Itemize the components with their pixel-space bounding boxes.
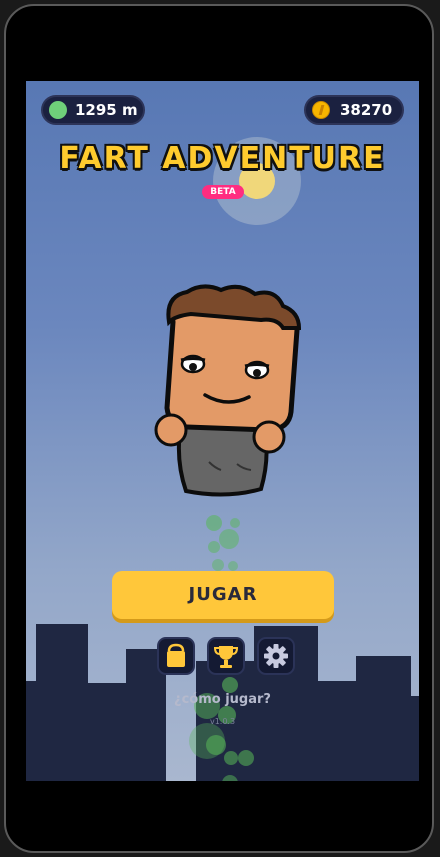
game-screen: 1295 m 38270 FART ADVENTURE BETA JUGAR ¿…	[26, 81, 419, 781]
play-button[interactable]: JUGAR	[112, 571, 334, 619]
phone-frame: 1295 m 38270 FART ADVENTURE BETA JUGAR ¿…	[4, 4, 434, 853]
leaderboard-button[interactable]	[207, 637, 245, 675]
coin-value: 38270	[340, 101, 393, 119]
settings-button[interactable]	[257, 637, 295, 675]
distance-counter: 1295 m	[41, 95, 145, 125]
beta-badge: BETA	[202, 185, 244, 199]
player-character	[154, 284, 301, 497]
settings-icon	[264, 644, 288, 668]
distance-icon	[49, 101, 67, 119]
coin-counter: 38270	[304, 95, 404, 125]
shop-button[interactable]	[157, 637, 195, 675]
how-to-play-link[interactable]: ¿cómo jugar?	[26, 692, 419, 707]
game-title: FART ADVENTURE	[59, 141, 386, 176]
shop-icon	[167, 643, 185, 667]
distance-value: 1295 m	[75, 101, 138, 119]
version-label: v1.0.3	[209, 717, 236, 726]
coin-icon	[312, 101, 330, 119]
trophy-icon	[213, 646, 239, 668]
